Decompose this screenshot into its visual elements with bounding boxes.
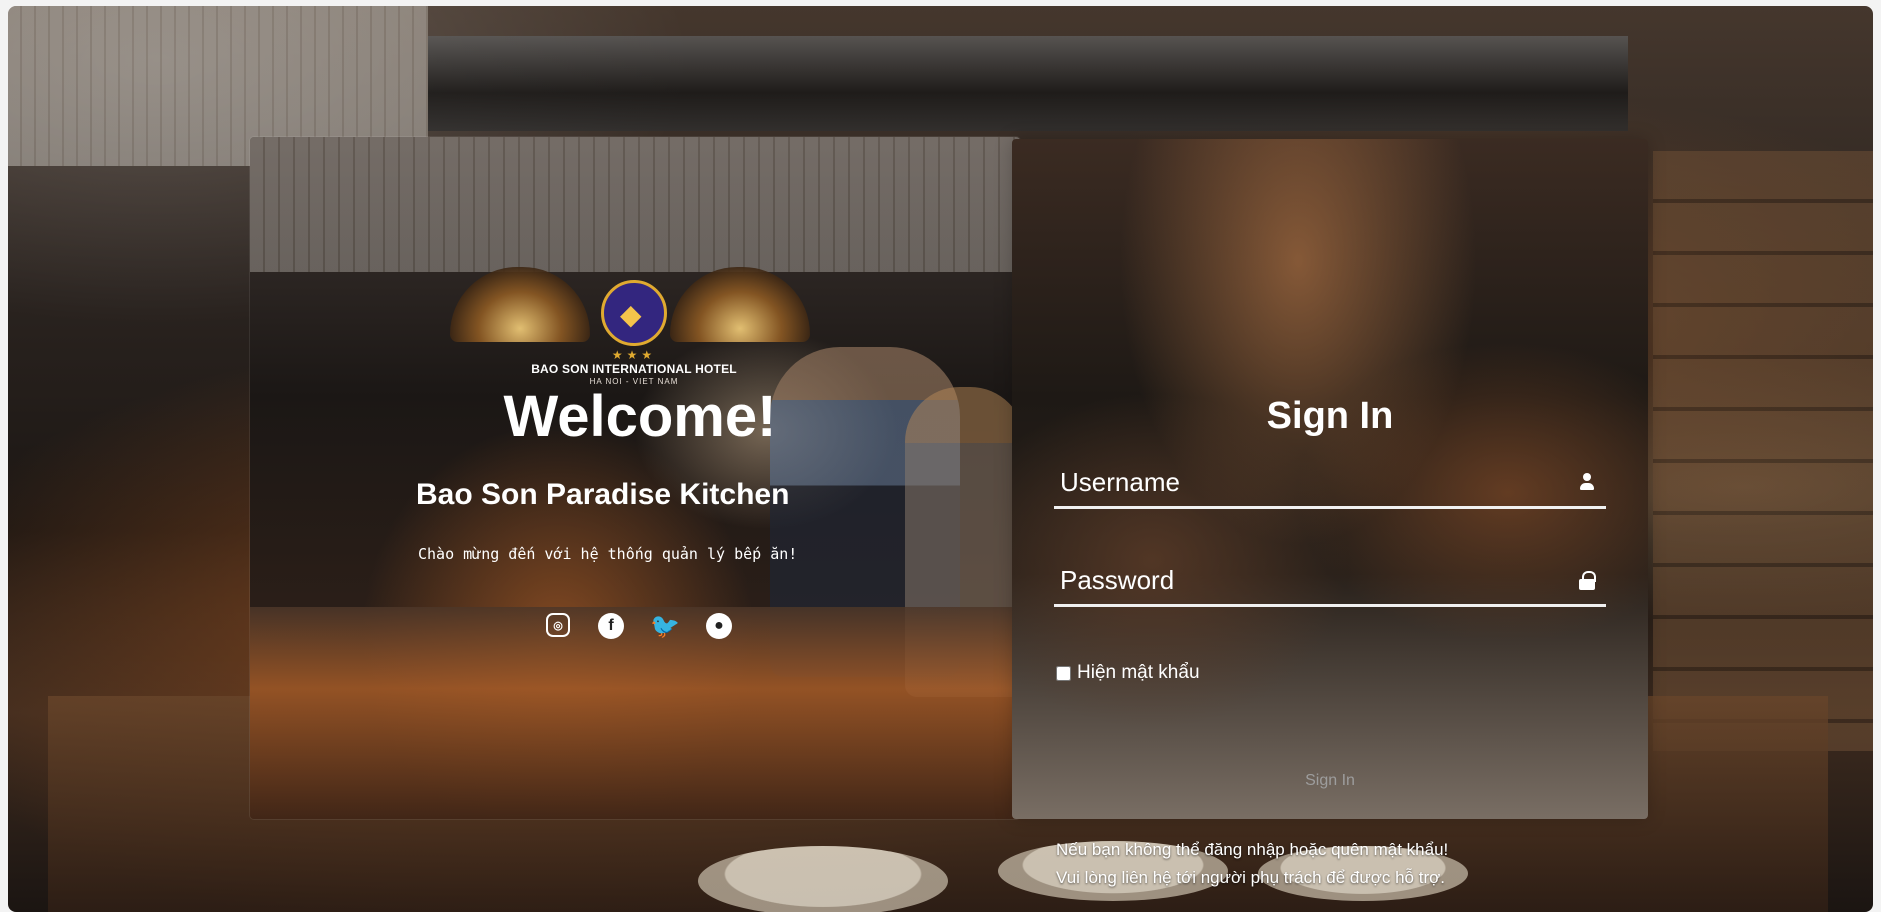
sign-in-title: Sign In (1266, 395, 1394, 437)
show-password-label: Hiện mật khẩu (1077, 662, 1200, 683)
welcome-panel: ◆ ★★★ BAO SON INTERNATIONAL HOTEL HA NOI… (250, 137, 1020, 819)
sign-in-panel: Sign In Hiện mật khẩu Sign In (1012, 139, 1648, 819)
social-links: ◎ f 🐦 ● (546, 613, 732, 640)
support-message: Nếu bạn không thể đăng nhập hoặc quên mậ… (1056, 836, 1556, 892)
sign-in-button[interactable]: Sign In (1187, 764, 1473, 798)
welcome-heading: Welcome! (503, 384, 777, 449)
login-page-background: ◆ ★★★ BAO SON INTERNATIONAL HOTEL HA NOI… (8, 6, 1873, 912)
user-icon (1578, 473, 1596, 491)
username-field-group (1054, 459, 1606, 509)
hotel-mark-icon: ◆ (620, 298, 642, 331)
panel-ceiling-decoration (250, 137, 1020, 272)
hotel-logo-emblem: ◆ (601, 280, 667, 346)
password-field-group (1054, 557, 1606, 607)
show-password-option[interactable]: Hiện mật khẩu (1056, 662, 1200, 684)
plate-decoration (698, 846, 948, 912)
github-icon[interactable]: ● (706, 613, 732, 639)
facebook-icon[interactable]: f (598, 613, 624, 639)
kitchen-title: Bao Son Paradise Kitchen (416, 478, 790, 511)
welcome-message: Chào mừng đến với hệ thống quản lý bếp ă… (418, 545, 798, 563)
support-line-1: Nếu bạn không thể đăng nhập hoặc quên mậ… (1056, 840, 1449, 859)
kitchen-hood-decoration (428, 36, 1628, 131)
lock-icon (1578, 571, 1596, 590)
twitter-icon[interactable]: 🐦 (650, 613, 680, 640)
brick-wall-decoration (1653, 151, 1873, 751)
hotel-logo: ◆ ★★★ BAO SON INTERNATIONAL HOTEL HA NOI… (518, 280, 750, 386)
password-input[interactable] (1054, 557, 1554, 603)
support-line-2: Vui lòng liên hệ tới người phụ trách để … (1056, 868, 1445, 887)
hotel-name: BAO SON INTERNATIONAL HOTEL (531, 362, 737, 376)
username-input[interactable] (1054, 459, 1554, 505)
logo-stars: ★★★ (611, 348, 657, 362)
instagram-icon[interactable]: ◎ (546, 613, 570, 637)
show-password-checkbox[interactable] (1056, 665, 1071, 681)
